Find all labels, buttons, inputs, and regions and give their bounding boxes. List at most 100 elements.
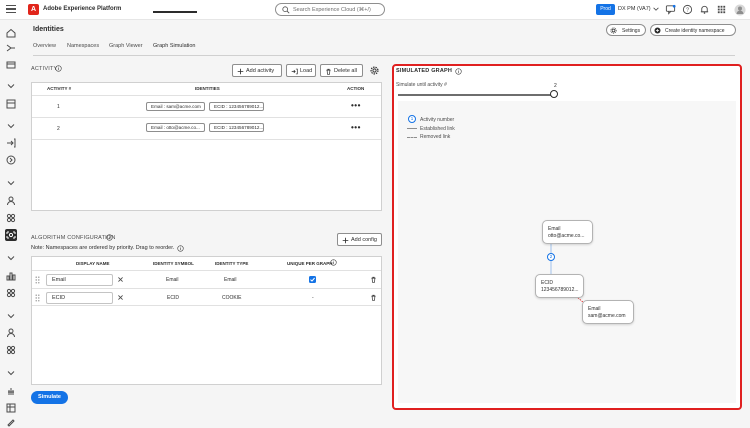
add-circle-icon: [654, 27, 661, 34]
data-governance-icon[interactable]: [5, 402, 17, 414]
settings-button[interactable]: Settings: [606, 24, 646, 36]
add-activity-label: Add activity: [246, 68, 275, 74]
adobe-logo[interactable]: A: [28, 4, 39, 15]
sources-icon[interactable]: [5, 137, 17, 149]
chevron-down-icon[interactable]: [5, 310, 17, 322]
simulate-until-slider-handle[interactable]: [550, 90, 558, 98]
identities-icon[interactable]: [5, 229, 17, 241]
simulate-button[interactable]: Simulate: [31, 391, 68, 404]
clear-icon[interactable]: [117, 294, 124, 301]
tab-overview[interactable]: Overview: [33, 43, 56, 49]
selected-tab-indicator: [153, 11, 197, 13]
chevron-down-icon[interactable]: [5, 80, 17, 92]
info-icon[interactable]: [455, 68, 462, 75]
chevron-down-icon[interactable]: [5, 120, 17, 132]
simulate-until-slider-track[interactable]: [398, 94, 552, 96]
search-icon: [282, 6, 290, 14]
simulate-until-value: 2: [554, 83, 557, 89]
chevron-down-icon[interactable]: [652, 5, 660, 13]
privacy-icon[interactable]: [5, 385, 17, 397]
settings-label: Settings: [622, 27, 641, 34]
user-avatar-icon[interactable]: [734, 4, 746, 16]
add-icon: [342, 237, 349, 244]
delete-row-trash-icon[interactable]: [370, 276, 377, 283]
search-input[interactable]: Search Experience Cloud (⌘+/): [275, 3, 385, 16]
column-header-activity-number: ACTIVITY #: [47, 86, 72, 91]
delete-all-label: Delete all: [334, 68, 357, 74]
activity-section-label: ACTIVITY: [31, 66, 58, 72]
app-title[interactable]: Adobe Experience Platform: [43, 6, 121, 12]
chevron-down-icon[interactable]: [5, 177, 17, 189]
activity-settings-gear-icon[interactable]: [370, 66, 379, 75]
legend-activity-number-marker: 1: [408, 115, 416, 123]
chevron-down-icon[interactable]: [5, 252, 17, 264]
environment-badge[interactable]: Prod: [596, 4, 615, 15]
graph-canvas[interactable]: [398, 101, 736, 403]
drag-handle-icon[interactable]: [35, 276, 40, 284]
tabs-divider: [33, 55, 735, 56]
drag-handle-icon[interactable]: [35, 294, 40, 302]
algorithm-configuration-label: ALGORITHM CONFIGURATION: [31, 235, 116, 241]
tab-graph-simulation[interactable]: Graph Simulation: [153, 43, 196, 49]
row-actions-menu-icon[interactable]: •••: [351, 101, 361, 110]
tab-graph-viewer[interactable]: Graph Viewer: [109, 43, 143, 49]
priority-note: Note: Namespaces are ordered by priority…: [31, 245, 175, 251]
edit-icon[interactable]: [5, 416, 17, 428]
users-icon[interactable]: [5, 327, 17, 339]
delete-row-trash-icon[interactable]: [370, 294, 377, 301]
datasets-icon[interactable]: [5, 287, 17, 299]
home-icon[interactable]: [5, 27, 17, 39]
clear-icon[interactable]: [117, 276, 124, 283]
help-icon[interactable]: ?: [682, 4, 693, 15]
header-divider: [32, 270, 381, 271]
row-actions-menu-icon[interactable]: •••: [351, 123, 361, 132]
dashboards-icon[interactable]: [5, 98, 17, 110]
row-divider: [32, 139, 381, 140]
gear-icon: [610, 27, 617, 34]
identity-chip[interactable]: ECID : 123456789012...: [209, 123, 264, 132]
tab-namespaces[interactable]: Namespaces: [67, 43, 99, 49]
import-icon: [291, 68, 298, 75]
info-icon[interactable]: [177, 245, 184, 252]
identity-chip[interactable]: ECID : 123456789012...: [209, 102, 264, 111]
legend-solid-line: [407, 128, 417, 129]
unique-per-graph-checkbox[interactable]: [309, 276, 316, 283]
identity-type: COOKIE: [222, 295, 242, 301]
notifications-icon[interactable]: [699, 4, 710, 15]
legend-established-link: Established link: [420, 126, 455, 132]
add-activity-button[interactable]: Add activity: [232, 64, 282, 77]
create-identity-namespace-button[interactable]: Create identity namespace: [650, 24, 736, 36]
unique-per-graph-value: -: [312, 295, 314, 301]
display-name-field[interactable]: ECID: [46, 292, 113, 304]
workflows-icon[interactable]: [5, 42, 17, 54]
identity-chip[interactable]: Email : sam@acme.com: [146, 102, 205, 111]
load-button[interactable]: Load: [286, 64, 316, 77]
graph-node[interactable]: ECID 123456789012...: [535, 274, 584, 298]
catalog-icon[interactable]: [5, 59, 17, 71]
org-switcher[interactable]: DX PM (VA7): [618, 6, 651, 12]
graph-node[interactable]: Email otto@acme.co...: [542, 220, 593, 244]
identity-symbol: ECID: [167, 295, 179, 301]
queries-icon[interactable]: [5, 270, 17, 282]
delete-all-button[interactable]: Delete all: [320, 64, 363, 77]
apps-grid-icon[interactable]: [716, 4, 727, 15]
add-config-label: Add config: [351, 237, 377, 243]
info-icon[interactable]: [106, 234, 113, 241]
identity-chip[interactable]: Email : otto@acme.co...: [146, 123, 205, 132]
info-icon[interactable]: [330, 259, 337, 266]
segments-icon[interactable]: [5, 212, 17, 224]
chevron-down-icon[interactable]: [5, 367, 17, 379]
legend-activity-number: Activity number: [420, 117, 455, 123]
menu-icon[interactable]: [6, 5, 16, 15]
profiles-icon[interactable]: [5, 195, 17, 207]
destinations-icon[interactable]: [5, 154, 17, 166]
info-icon[interactable]: [55, 65, 62, 72]
add-config-button[interactable]: Add config: [337, 233, 382, 246]
identity-type: Email: [224, 277, 237, 283]
column-header-identity-type: IDENTITY TYPE: [215, 261, 249, 266]
feedback-icon[interactable]: [665, 4, 676, 15]
audiences-icon[interactable]: [5, 344, 17, 356]
display-name-field[interactable]: Email: [46, 274, 113, 286]
identity-symbol: Email: [166, 277, 179, 283]
graph-node[interactable]: Email sam@acme.com: [582, 300, 634, 324]
